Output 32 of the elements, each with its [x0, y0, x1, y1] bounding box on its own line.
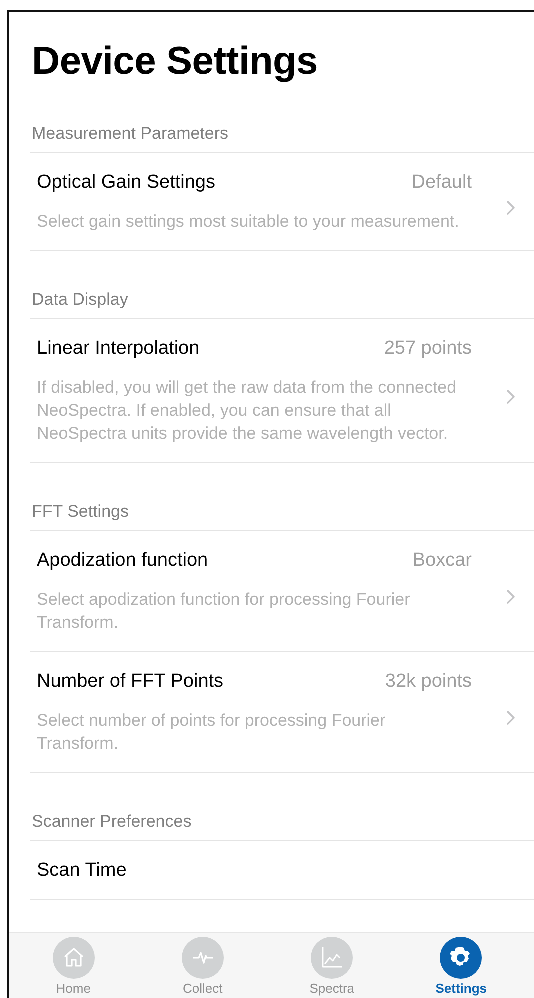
- settings-row[interactable]: Scan Time: [30, 841, 534, 900]
- section-header: Data Display: [30, 251, 534, 319]
- section-header: Measurement Parameters: [30, 84, 534, 153]
- line-chart-icon: [311, 937, 354, 979]
- chevron-icon: [506, 388, 516, 404]
- settings-row[interactable]: Number of FFT Points 32k points Select number of points for processing Fourier Transform.: [30, 652, 534, 773]
- chevron-icon: [506, 710, 516, 726]
- setting-value: 257 points: [384, 338, 472, 360]
- setting-value: Default: [412, 172, 472, 194]
- chevron-icon: [506, 589, 516, 605]
- section-header: FFT Settings: [30, 463, 534, 531]
- setting-value: Boxcar: [412, 550, 472, 572]
- pulse-icon: [182, 937, 224, 979]
- page-title: Device Settings: [32, 40, 319, 84]
- setting-title: Scan Time: [37, 860, 127, 882]
- setting-title: Number of FFT Points: [37, 671, 224, 693]
- settings-row[interactable]: Linear Interpolation 257 points If disabled, you will get the raw data from the connected NeoSpectra. If enabled, you can ensure that all NeoSpectra units provide the same wavelength vector.: [30, 319, 534, 463]
- setting-title: Optical Gain Settings: [37, 172, 216, 194]
- setting-description: Select number of points for processing Fourier Transform.: [37, 710, 387, 755]
- setting-title: Linear Interpolation: [37, 338, 200, 360]
- tab-button[interactable]: Settings: [411, 937, 512, 998]
- chevron-icon: [506, 200, 516, 216]
- settings-row[interactable]: Optical Gain Settings Default Select gain settings most suitable to your measurement.: [30, 153, 534, 251]
- settings-row[interactable]: Apodization function Boxcar Select apodization function for processing Fourier Transform.: [30, 531, 534, 652]
- settings-icon: [440, 937, 482, 979]
- setting-description: Select gain settings most suitable to your measurement.: [37, 211, 460, 233]
- setting-description: Select apodization function for processing Fourier Transform.: [37, 589, 412, 634]
- setting-title: Apodization function: [37, 550, 208, 572]
- section-header: Scanner Preferences: [30, 773, 534, 841]
- setting-value: 32k points: [385, 671, 472, 693]
- setting-description: If disabled, you will get the raw data from the connected NeoSpectra. If enabled, you can ensure that all NeoSpectra units provide the same wavelength vector.: [37, 377, 458, 445]
- home-icon: [52, 937, 95, 979]
